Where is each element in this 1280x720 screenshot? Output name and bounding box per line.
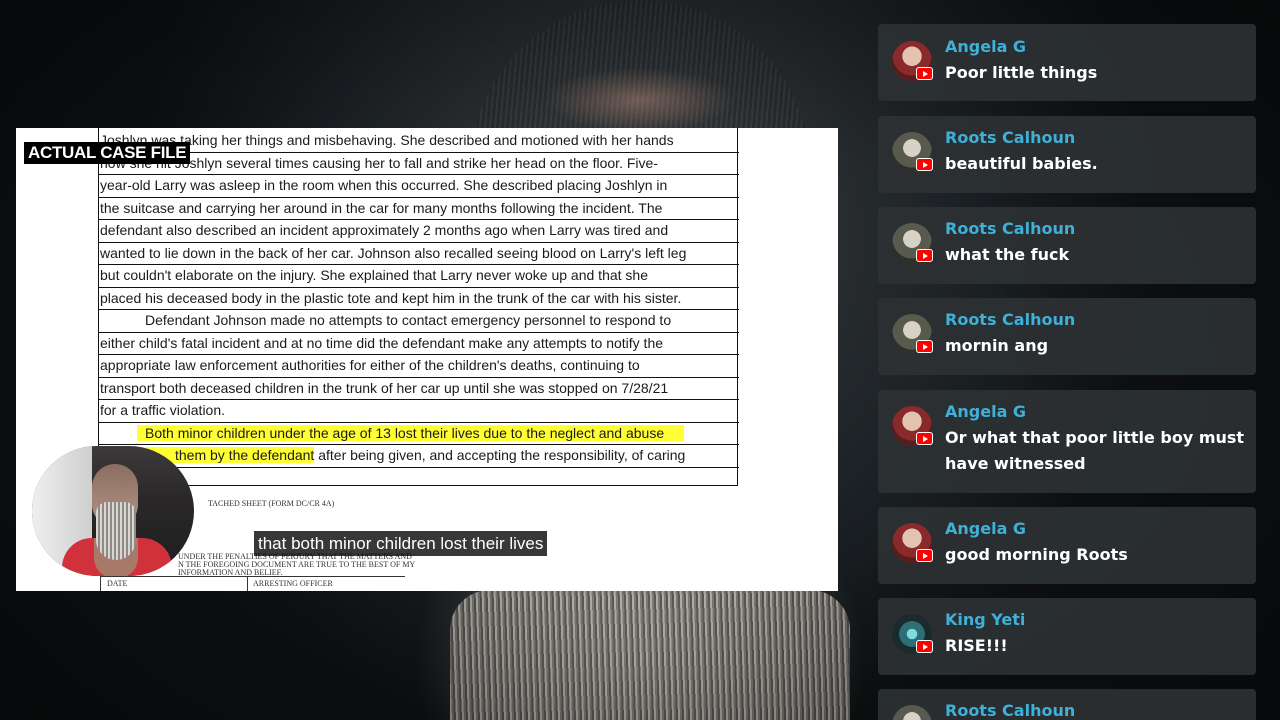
document-line: placed his deceased body in the plastic …	[99, 288, 739, 310]
document-line: transport both deceased children in the …	[99, 378, 739, 400]
chat-message: Roots Calhoun	[878, 689, 1256, 720]
chat-text: mornin ang	[945, 336, 1049, 355]
youtube-icon	[916, 249, 933, 262]
chat-author: Angela G	[945, 37, 1027, 56]
chat-author: Angela G	[945, 402, 1027, 421]
document-line-highlighted: them by the defendant after being given,…	[99, 445, 739, 468]
case-file-badge: ACTUAL CASE FILE	[24, 142, 191, 164]
document-text-table: Joshlyn was taking her things and misbeh…	[98, 128, 739, 486]
youtube-icon	[916, 549, 933, 562]
document-line: defendant also described an incident app…	[99, 220, 739, 243]
chat-text: Or what that poor little boy must have w…	[945, 428, 1245, 473]
live-chat-panel: Angela G Poor little things Roots Calhou…	[878, 0, 1256, 720]
youtube-icon	[916, 67, 933, 80]
chat-message: Roots Calhoun beautiful babies.	[878, 116, 1256, 193]
chat-author: Roots Calhoun	[945, 701, 1076, 720]
youtube-icon	[916, 640, 933, 653]
document-line: the suitcase and carrying her around in …	[99, 198, 739, 220]
chat-message: Roots Calhoun what the fuck	[878, 207, 1256, 284]
document-line: Joshlyn was taking her things and misbeh…	[99, 130, 739, 153]
streamer-webcam	[32, 446, 194, 576]
chat-message: Angela G Or what that poor little boy mu…	[878, 390, 1256, 493]
document-line: wanted to lie down in the back of her ca…	[99, 243, 739, 265]
signature-box: DATE ARRESTING OFFICER	[100, 576, 405, 591]
document-line: appropriate law enforcement authorities …	[99, 355, 739, 378]
chat-text: what the fuck	[945, 245, 1070, 264]
chat-text: RISE!!!	[945, 636, 1008, 655]
chat-author: King Yeti	[945, 610, 1026, 629]
chat-text: Poor little things	[945, 63, 1098, 82]
chat-message: Angela G Poor little things	[878, 24, 1256, 101]
chat-message: King Yeti RISE!!!	[878, 598, 1256, 675]
youtube-icon	[916, 432, 933, 445]
chat-message: Angela G good morning Roots	[878, 507, 1256, 584]
document-line: Defendant Johnson made no attempts to co…	[99, 310, 739, 333]
chat-text: beautiful babies.	[945, 154, 1098, 173]
youtube-icon	[916, 340, 933, 353]
document-line: for a traffic violation.	[99, 400, 739, 423]
signature-divider	[247, 577, 248, 591]
chat-author: Roots Calhoun	[945, 128, 1076, 147]
chat-author: Angela G	[945, 519, 1027, 538]
webcam-beard	[96, 502, 136, 560]
subtitle-caption: that both minor children lost their live…	[254, 531, 548, 556]
chat-author: Roots Calhoun	[945, 219, 1076, 238]
chat-author: Roots Calhoun	[945, 310, 1076, 329]
document-line: either child's fatal incident and at no …	[99, 333, 739, 355]
roots-avatar	[892, 705, 932, 720]
document-line: year-old Larry was asleep in the room wh…	[99, 175, 739, 198]
arresting-officer-label: ARRESTING OFFICER	[253, 579, 333, 588]
document-line: but couldn't elaborate on the injury. Sh…	[99, 265, 739, 288]
document-line: how she hit Joshlyn several times causin…	[99, 153, 739, 175]
attached-sheet-label: TACHED SHEET (FORM DC/CR 4A)	[208, 499, 335, 508]
highlighted-text: Both minor children under the age of 13 …	[137, 424, 685, 441]
youtube-icon	[916, 158, 933, 171]
document-line-highlighted: Both minor children under the age of 13 …	[99, 423, 739, 445]
chat-text: good morning Roots	[945, 545, 1128, 564]
date-label: DATE	[107, 579, 128, 588]
chat-message: Roots Calhoun mornin ang	[878, 298, 1256, 375]
document-line-rest: after being given, and accepting the res…	[314, 447, 686, 463]
